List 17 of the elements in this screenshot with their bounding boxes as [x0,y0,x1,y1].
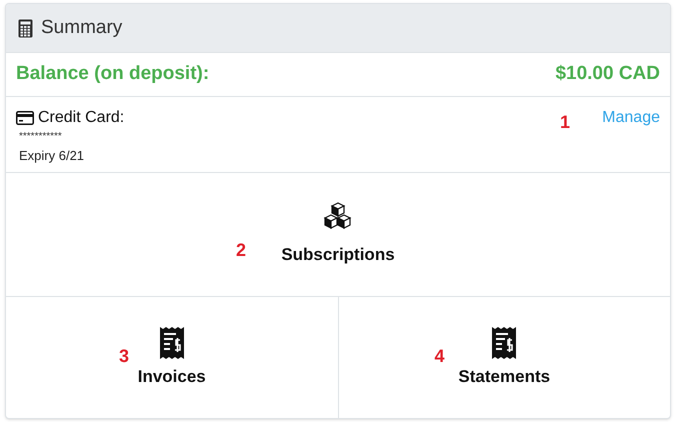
card-expiry: Expiry 6/21 [19,147,86,165]
tile-link[interactable]: Subscriptions [281,242,395,268]
receipt-icon [491,326,518,360]
card-number: *********** [19,130,63,144]
balance-label: Balance (on deposit): [16,62,210,86]
receipt-icon [158,326,185,360]
tile-link[interactable]: Statements [458,364,550,390]
balance-amount: $10.00 CAD [555,62,660,86]
card-title: Summary [41,16,122,40]
calculator-icon [18,18,33,38]
tile-link[interactable]: Invoices [138,364,206,390]
credit-card-label: Credit Card: [38,108,124,128]
annotation-number: 1 [560,111,570,134]
annotation-number: 3 [119,345,130,368]
credit-card-icon [16,111,34,125]
annotation-number: 2 [236,239,246,262]
annotation-number: 4 [434,345,445,368]
